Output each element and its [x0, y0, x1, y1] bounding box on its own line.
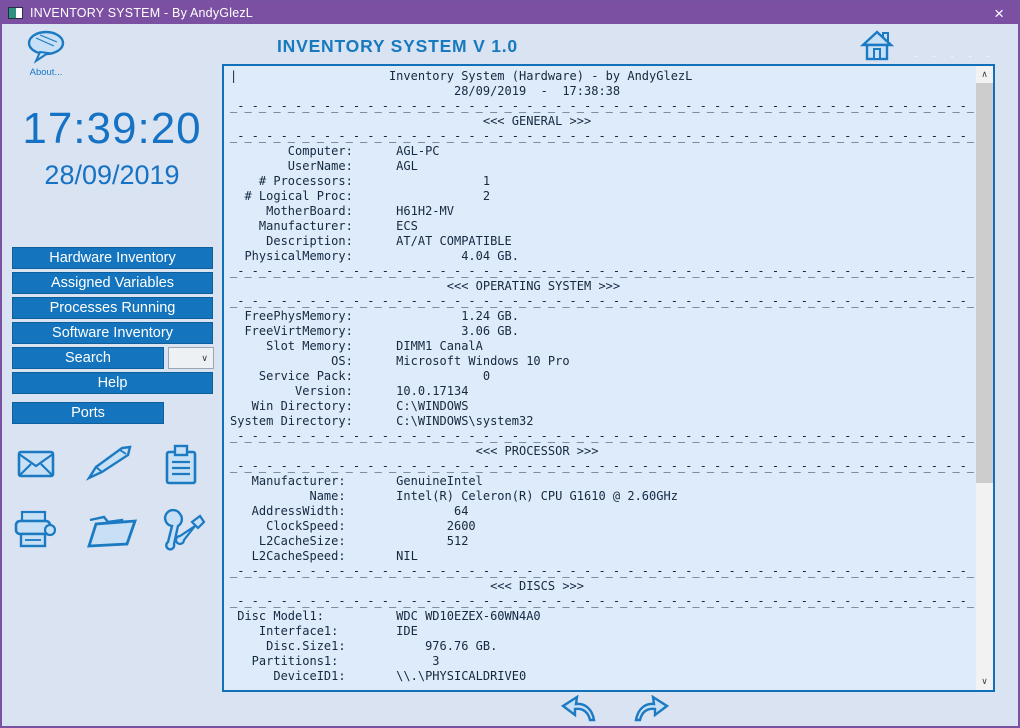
tools-icon[interactable]	[160, 508, 210, 557]
clipboard-icon[interactable]	[162, 444, 200, 491]
search-combobox[interactable]: ∨	[168, 347, 214, 369]
clock-date: 28/09/2019	[2, 160, 222, 191]
speech-bubble-icon	[24, 51, 68, 68]
about-button[interactable]: About...	[20, 30, 72, 78]
app-window: INVENTORY SYSTEM - By AndyGlezL × About.…	[0, 0, 1020, 728]
inventory-output-panel[interactable]: | Inventory System (Hardware) - by AndyG…	[222, 64, 995, 692]
about-label: About...	[20, 67, 72, 78]
printer-icon[interactable]	[12, 510, 58, 555]
scrollbar-thumb[interactable]	[976, 83, 993, 483]
terminal-text[interactable]: | Inventory System (Hardware) - by AndyG…	[230, 69, 974, 690]
app-icon	[8, 7, 23, 19]
titlebar[interactable]: INVENTORY SYSTEM - By AndyGlezL ×	[0, 2, 1020, 24]
processes-running-button[interactable]: Processes Running	[12, 297, 213, 319]
home-icon[interactable]	[860, 30, 894, 67]
assigned-variables-button[interactable]: Assigned Variables	[12, 272, 213, 294]
help-button[interactable]: Help	[12, 372, 213, 394]
back-arrow-icon[interactable]	[560, 694, 598, 727]
chevron-down-icon: ∨	[201, 353, 208, 363]
main-area: About... 17:39:20 28/09/2019 Hardware In…	[2, 24, 1018, 728]
clock-time: 17:39:20	[2, 104, 222, 154]
forward-arrow-icon[interactable]	[632, 694, 670, 727]
titlebar-dots: · · · · ·	[914, 48, 995, 63]
page-title: INVENTORY SYSTEM V 1.0	[277, 36, 518, 57]
close-button[interactable]: ×	[986, 5, 1012, 22]
folder-icon[interactable]	[86, 512, 138, 555]
mail-icon[interactable]	[16, 448, 56, 485]
window-title: INVENTORY SYSTEM - By AndyGlezL	[30, 6, 253, 20]
hardware-inventory-button[interactable]: Hardware Inventory	[12, 247, 213, 269]
ports-button[interactable]: Ports	[12, 402, 164, 424]
scroll-down-icon[interactable]: ∨	[976, 673, 993, 690]
scroll-up-icon[interactable]: ∧	[976, 66, 993, 83]
software-inventory-button[interactable]: Software Inventory	[12, 322, 213, 344]
pen-icon[interactable]	[84, 444, 134, 487]
vertical-scrollbar[interactable]: ∧ ∨	[976, 66, 993, 690]
search-button[interactable]: Search	[12, 347, 164, 369]
